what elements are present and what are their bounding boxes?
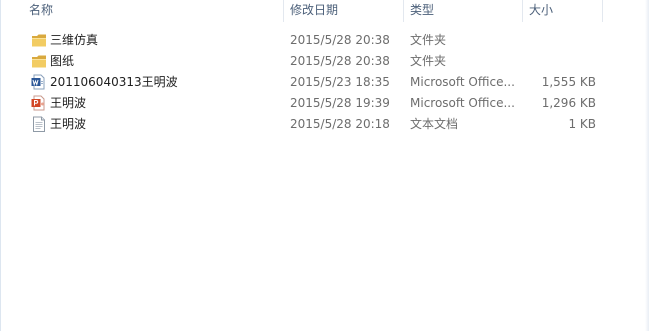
file-name: 三维仿真 — [50, 33, 99, 47]
file-date-modified: 2015/5/28 20:38 — [290, 54, 390, 68]
file-name: 图纸 — [50, 54, 75, 68]
file-size — [525, 51, 596, 72]
file-type: 文件夹 — [410, 54, 447, 68]
file-date-modified: 2015/5/28 20:18 — [290, 117, 390, 131]
column-header-name[interactable]: 名称 — [23, 0, 284, 22]
file-name: 王明波 — [50, 96, 87, 110]
folder-icon — [31, 53, 47, 69]
column-header-type[interactable]: 类型 — [404, 0, 523, 22]
file-type: Microsoft Office... — [410, 96, 515, 110]
text-document-icon — [31, 116, 47, 132]
file-type: Microsoft Office... — [410, 75, 515, 89]
file-type: 文本文档 — [410, 117, 459, 131]
file-list: 三维仿真 2015/5/28 20:38 文件夹 图纸 2015/5/28 20… — [1, 30, 649, 135]
file-row[interactable]: 王明波 2015/5/28 20:18 文本文档 1 KB — [1, 114, 607, 135]
file-size: 1,555 KB — [541, 75, 596, 89]
file-type: 文件夹 — [410, 33, 447, 47]
file-row[interactable]: 三维仿真 2015/5/28 20:38 文件夹 — [1, 30, 607, 51]
file-date-modified: 2015/5/28 20:38 — [290, 33, 390, 47]
file-date-modified: 2015/5/23 18:35 — [290, 75, 390, 89]
pane-right-edge — [645, 0, 649, 331]
column-header-size[interactable]: 大小 — [523, 0, 603, 22]
file-name: 王明波 — [50, 117, 87, 131]
file-list-pane[interactable]: 名称 修改日期 类型 大小 三维仿真 2015/5/28 20:38 文件夹 图… — [0, 0, 649, 331]
file-row[interactable]: 201106040313王明波 2015/5/23 18:35 Microsof… — [1, 72, 607, 93]
file-row[interactable]: 图纸 2015/5/28 20:38 文件夹 — [1, 51, 607, 72]
file-size: 1 KB — [568, 117, 596, 131]
folder-icon — [31, 32, 47, 48]
file-date-modified: 2015/5/28 19:39 — [290, 96, 390, 110]
file-size — [525, 30, 596, 51]
file-name: 201106040313王明波 — [50, 75, 178, 89]
column-header-bar: 名称 修改日期 类型 大小 — [1, 0, 607, 22]
word-document-icon — [31, 74, 47, 90]
file-size: 1,296 KB — [541, 96, 596, 110]
powerpoint-document-icon — [31, 95, 47, 111]
file-row[interactable]: 王明波 2015/5/28 19:39 Microsoft Office... … — [1, 93, 607, 114]
column-header-date-modified[interactable]: 修改日期 — [284, 0, 404, 22]
